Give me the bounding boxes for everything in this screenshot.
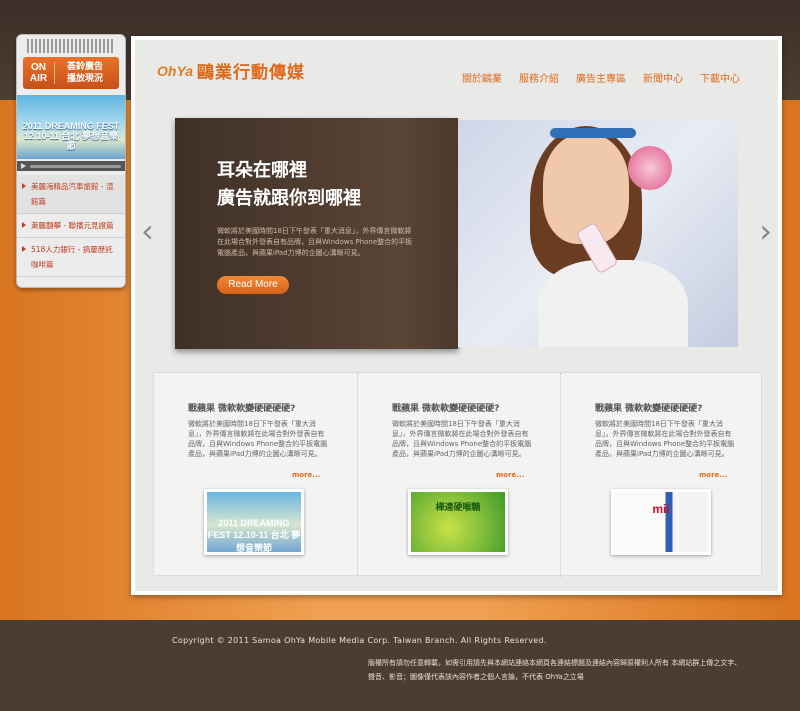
- onair-logo: ON AIR: [27, 62, 55, 84]
- news-card: 戰蘋果 微軟軟變硬硬硬硬? 微軟將於美國時間18日下午發表「重大消息」，外界傳言…: [154, 373, 357, 577]
- news-title[interactable]: 戰蘋果 微軟軟變硬硬硬硬?: [392, 401, 499, 414]
- onair-widget: ON AIR 荟鈴廣告 播放現況 2011 DREAMING FEST 12.1…: [16, 34, 126, 288]
- player-controls: [17, 161, 125, 171]
- hero-description: 微軟將於美國時間18日下午發表「重大消息」，外界傳言微軟將在此場合對外發表自有品…: [217, 227, 413, 257]
- photo-flower: [628, 146, 672, 190]
- news-section: 戰蘋果 微軟軟變硬硬硬硬? 微軟將於美國時間18日下午發表「重大消息」，外界傳言…: [153, 372, 763, 577]
- onair-video-thumbnail[interactable]: 2011 DREAMING FEST 12.10-11 台北 夢想音樂節: [17, 95, 125, 159]
- playlist-item[interactable]: 萊麗翻攀 - 聯播元見證篇: [17, 214, 125, 238]
- progress-bar[interactable]: [30, 164, 121, 168]
- news-more-link[interactable]: more...: [292, 471, 320, 479]
- playlist-item[interactable]: 518人力銀行 - 搞屢歷託咖啡篇: [17, 238, 125, 277]
- news-title[interactable]: 戰蘋果 微軟軟變硬硬硬硬?: [595, 401, 702, 414]
- play-icon[interactable]: [21, 163, 26, 169]
- news-image[interactable]: 2011 DREAMING FEST 12.10-11 台北 夢想音樂節: [204, 489, 304, 555]
- onair-playlist: 美麗海精品汽車旅館 - 渲館篇 萊麗翻攀 - 聯播元見證篇 518人力銀行 - …: [17, 175, 125, 277]
- photo-body: [538, 260, 688, 347]
- prev-slide-arrow-icon[interactable]: ‹: [141, 215, 154, 247]
- onair-title-line2: 播放現況: [66, 74, 103, 84]
- hero-headline-line2: 廣告就跟你到哪裡: [217, 188, 361, 209]
- news-body: 微軟將於美國時間18日下午發表「重大消息」，外界傳言微軟將在此場合對外發表自有品…: [595, 420, 735, 458]
- news-image-text: 2011 DREAMING FEST 12.10-11 台北 夢想音樂節: [207, 518, 301, 553]
- thumbnail-caption: 2011 DREAMING FEST 12.10-11 台北 夢想音樂節: [22, 121, 120, 151]
- nav-advertisers[interactable]: 廣告主專區: [576, 70, 626, 85]
- news-body: 微軟將於美國時間18日下午發表「重大消息」，外界傳言微軟將在此場合對外發表自有品…: [392, 420, 532, 458]
- main-panel: OhYa 鷗業行動傳媒 關於鷗業 服務介紹 廣告主專區 新聞中心 下載中心 ‹ …: [131, 36, 782, 595]
- site-logo[interactable]: OhYa 鷗業行動傳媒: [157, 58, 306, 84]
- hero-text-page: 耳朵在哪裡 廣告就跟你到哪裡 微軟將於美國時間18日下午發表「重大消息」，外界傳…: [175, 118, 458, 349]
- news-image-text: 樺達硬喉糖: [435, 502, 481, 512]
- nav-news[interactable]: 新聞中心: [643, 70, 683, 85]
- playlist-item[interactable]: 美麗海精品汽車旅館 - 渲館篇: [17, 175, 125, 214]
- read-more-button[interactable]: Read More: [217, 276, 289, 294]
- onair-title-line1: 荟鈴廣告: [66, 62, 103, 72]
- logo-text: 鷗業行動傳媒: [197, 63, 306, 83]
- onair-logo-line1: ON: [31, 62, 46, 73]
- news-image-text: mii: [652, 502, 670, 516]
- disclaimer-text: 版權所有請勿任意轉載，如需引用請先與本網站連絡本網頁各連結標題及連結內容歸原權利…: [368, 659, 742, 681]
- news-body: 微軟將於美國時間18日下午發表「重大消息」，外界傳言微軟將在此場合對外發表自有品…: [188, 420, 328, 458]
- news-title[interactable]: 戰蘋果 微軟軟變硬硬硬硬?: [188, 401, 295, 414]
- next-slide-arrow-icon[interactable]: ›: [759, 215, 772, 247]
- onair-title: 荟鈴廣告 播放現況: [55, 61, 115, 85]
- news-image[interactable]: mii: [611, 489, 711, 555]
- news-more-link[interactable]: more...: [496, 471, 524, 479]
- news-card: 戰蘋果 微軟軟變硬硬硬硬? 微軟將於美國時間18日下午發表「重大消息」，外界傳言…: [560, 373, 763, 577]
- main-nav: 關於鷗業 服務介紹 廣告主專區 新聞中心 下載中心: [462, 70, 740, 85]
- news-more-link[interactable]: more...: [699, 471, 727, 479]
- onair-logo-line2: AIR: [29, 73, 48, 84]
- nav-services[interactable]: 服務介紹: [519, 70, 559, 85]
- nav-download[interactable]: 下載中心: [700, 70, 740, 85]
- news-image[interactable]: 樺達硬喉糖: [408, 489, 508, 555]
- speaker-grille: [27, 39, 115, 53]
- copyright-text: Copyright © 2011 Samoa OhYa Mobile Media…: [172, 636, 547, 645]
- hero-headline-line1: 耳朵在哪裡: [217, 160, 307, 181]
- onair-header: ON AIR 荟鈴廣告 播放現況: [23, 57, 119, 89]
- logo-mark: OhYa: [157, 62, 194, 79]
- nav-about[interactable]: 關於鷗業: [462, 70, 502, 85]
- hero-photo: [458, 120, 738, 347]
- news-card: 戰蘋果 微軟軟變硬硬硬硬? 微軟將於美國時間18日下午發表「重大消息」，外界傳言…: [357, 373, 560, 577]
- photo-headband: [550, 128, 636, 138]
